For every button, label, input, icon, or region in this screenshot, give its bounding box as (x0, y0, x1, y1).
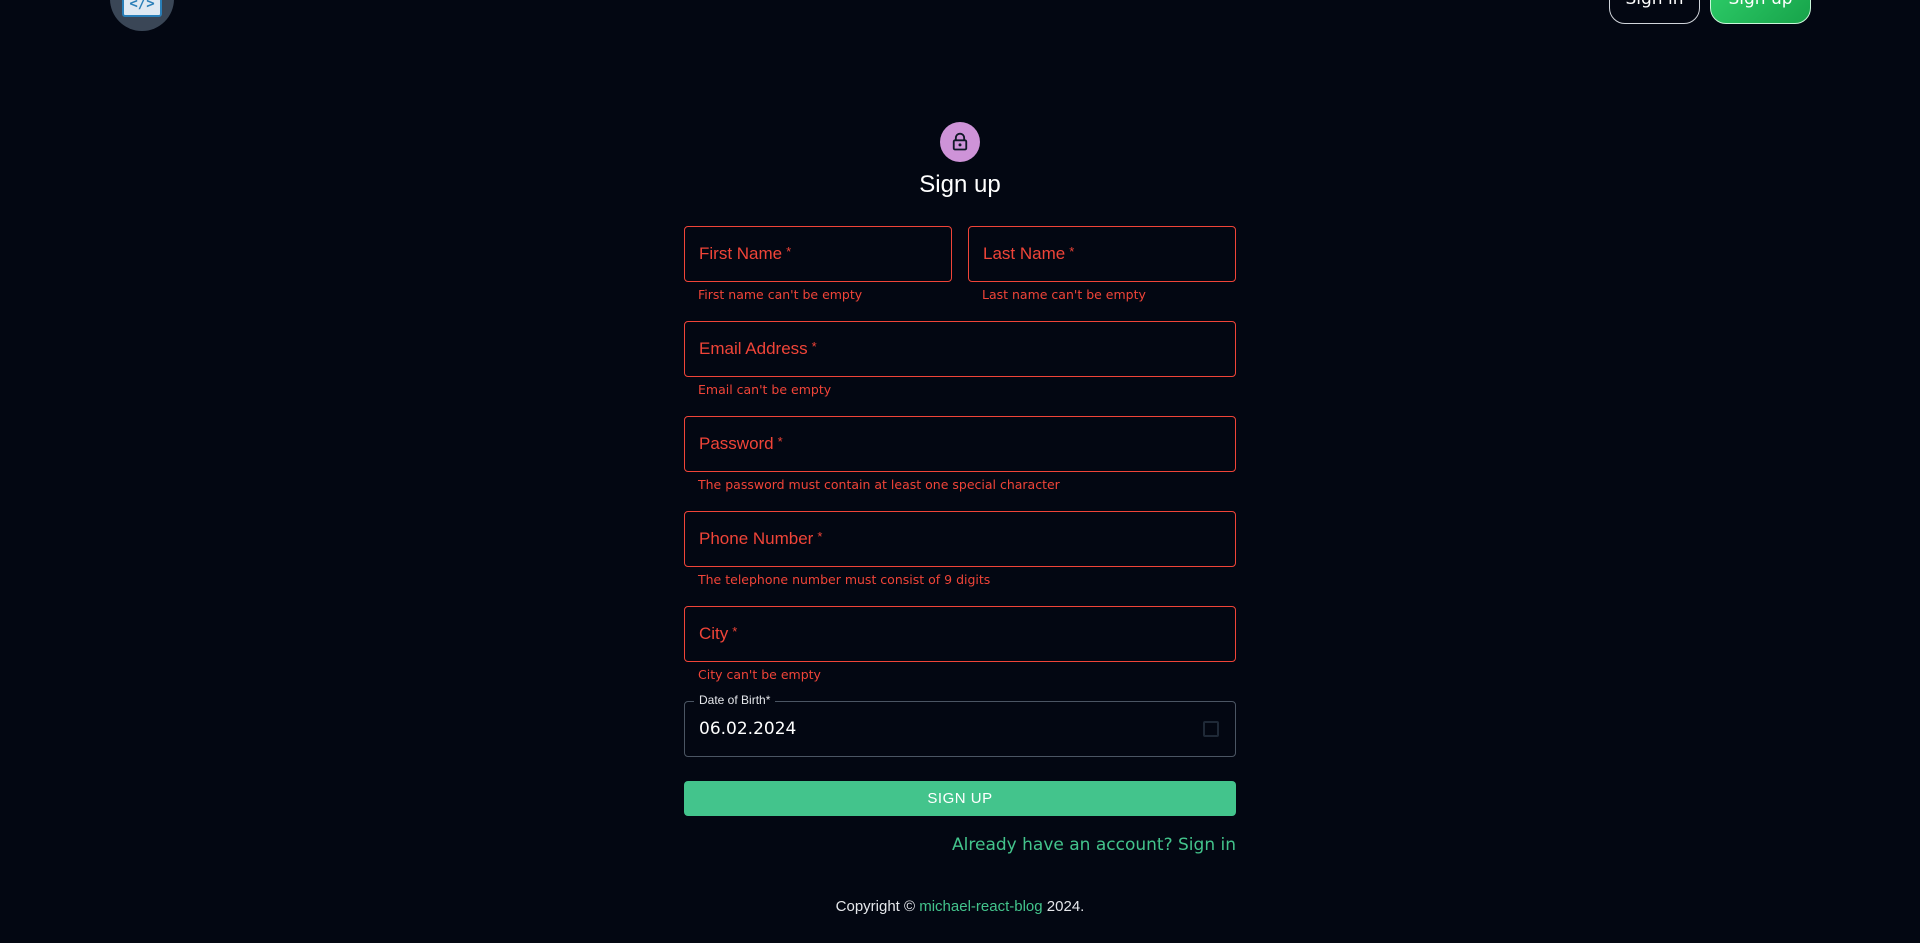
copyright-suffix: 2024. (1042, 898, 1085, 915)
page-title: Sign up (919, 171, 1001, 198)
lock-icon (952, 132, 968, 151)
logo[interactable]: </> (110, 0, 174, 31)
blog-link[interactable]: michael-react-blog (919, 898, 1042, 915)
header-signup-button[interactable]: Sign up (1710, 0, 1811, 24)
code-book-icon: </> (122, 0, 162, 17)
email-error: Email can't be empty (698, 382, 832, 397)
phone-label: Phone Number * (699, 529, 823, 548)
date-of-birth-label: Date of Birth* (694, 693, 776, 707)
date-of-birth-value[interactable]: 06.02.2024 (699, 719, 796, 739)
email-label: Email Address * (699, 339, 817, 358)
phone-field[interactable]: Phone Number * (684, 511, 1236, 567)
signup-page: </> Sign in Sign up Sign up First Name* … (0, 0, 1920, 943)
last-name-error: Last name can't be empty (982, 287, 1146, 302)
calendar-icon[interactable] (1203, 721, 1219, 737)
first-name-field[interactable]: First Name * (684, 226, 952, 282)
header-signin-button[interactable]: Sign in (1609, 0, 1700, 24)
password-field[interactable]: Password * (684, 416, 1236, 472)
last-name-label: Last Name * (983, 244, 1075, 263)
sign-up-submit-button[interactable]: SIGN UP (684, 781, 1236, 816)
password-label: Password * (699, 434, 783, 453)
lock-avatar (940, 122, 980, 162)
footer-copyright: Copyright © michael-react-blog 2024. (0, 898, 1920, 915)
first-name-error: First name can't be empty (698, 287, 863, 302)
city-field[interactable]: City * (684, 606, 1236, 662)
email-field[interactable]: Email Address * (684, 321, 1236, 377)
phone-error: The telephone number must consist of 9 d… (698, 572, 991, 587)
first-name-label: First Name * (699, 244, 792, 263)
password-error: The password must contain at least one s… (698, 477, 1060, 492)
last-name-field[interactable]: Last Name * (968, 226, 1236, 282)
city-label: City * (699, 624, 738, 643)
copyright-prefix: Copyright © (835, 898, 920, 915)
city-error: City can't be empty (698, 667, 821, 682)
already-have-account-link[interactable]: Already have an account? Sign in (952, 835, 1236, 855)
date-of-birth-field[interactable]: Date of Birth* 06.02.2024 (684, 693, 1236, 757)
